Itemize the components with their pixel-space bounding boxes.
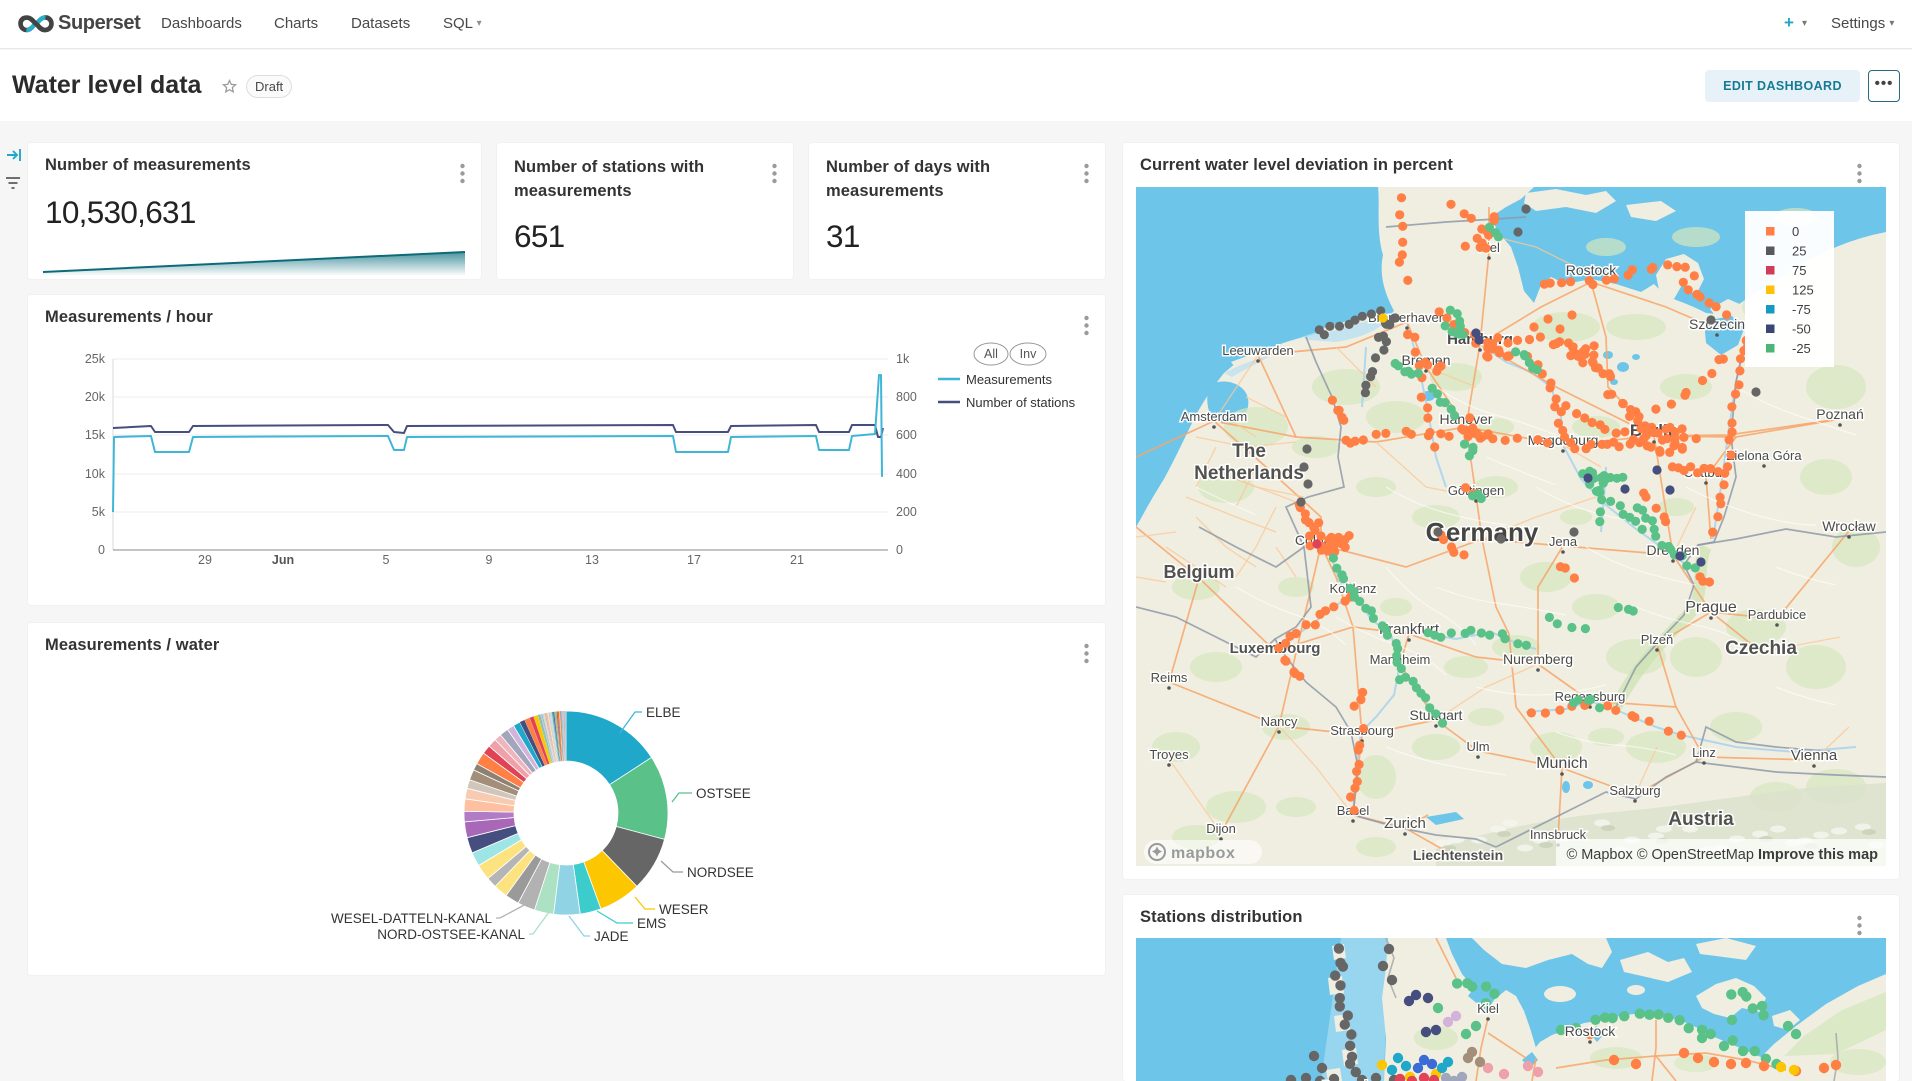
svg-text:© Mapbox © OpenStreetMap Impro: © Mapbox © OpenStreetMap Improve this ma… — [1567, 847, 1879, 863]
svg-text:Prague: Prague — [1685, 599, 1737, 616]
svg-text:Kiel: Kiel — [1477, 1001, 1499, 1016]
svg-text:WESER: WESER — [659, 902, 709, 917]
svg-text:Belgium: Belgium — [1163, 562, 1234, 582]
svg-text:JADE: JADE — [594, 929, 629, 944]
svg-text:EMS: EMS — [637, 916, 666, 931]
svg-text:29: 29 — [198, 553, 212, 567]
svg-text:Szczecin: Szczecin — [1689, 316, 1745, 332]
svg-text:Number of stations: Number of stations — [966, 395, 1076, 410]
svg-text:0: 0 — [896, 543, 903, 557]
svg-text:Jun: Jun — [272, 553, 294, 567]
svg-text:75: 75 — [1792, 263, 1806, 278]
svg-text:ELBE: ELBE — [646, 705, 681, 720]
svg-text:125: 125 — [1792, 283, 1814, 298]
svg-text:21: 21 — [790, 553, 804, 567]
svg-text:Zielona Góra: Zielona Góra — [1726, 448, 1802, 463]
svg-text:NORDSEE: NORDSEE — [687, 865, 754, 880]
svg-text:Dijon: Dijon — [1206, 821, 1236, 836]
svg-text:The: The — [1232, 441, 1266, 462]
svg-text:Rostock: Rostock — [1565, 1023, 1617, 1039]
svg-text:Rostock: Rostock — [1566, 262, 1618, 278]
svg-text:800: 800 — [896, 390, 917, 404]
svg-text:200: 200 — [896, 505, 917, 519]
svg-text:Inv: Inv — [1020, 347, 1037, 361]
svg-text:Ulm: Ulm — [1466, 739, 1489, 754]
svg-text:5k: 5k — [92, 505, 106, 519]
svg-text:Pardubice: Pardubice — [1748, 607, 1807, 622]
svg-text:Linz: Linz — [1692, 745, 1716, 760]
svg-text:Zurich: Zurich — [1384, 815, 1426, 832]
svg-text:All: All — [984, 347, 998, 361]
svg-text:mapbox: mapbox — [1171, 845, 1235, 862]
svg-text:400: 400 — [896, 467, 917, 481]
svg-text:WESEL-DATTELN-KANAL: WESEL-DATTELN-KANAL — [331, 911, 493, 926]
svg-text:9: 9 — [486, 553, 493, 567]
svg-text:13: 13 — [585, 553, 599, 567]
svg-text:Nancy: Nancy — [1261, 714, 1298, 729]
svg-text:Leeuwarden: Leeuwarden — [1222, 343, 1294, 358]
svg-text:0: 0 — [98, 543, 105, 557]
svg-text:17: 17 — [687, 553, 701, 567]
svg-text:Munich: Munich — [1536, 755, 1588, 772]
svg-text:-50: -50 — [1792, 322, 1811, 337]
svg-text:Amsterdam: Amsterdam — [1181, 409, 1247, 424]
svg-text:25k: 25k — [85, 352, 106, 366]
svg-text:5: 5 — [383, 553, 390, 567]
svg-text:25: 25 — [1792, 244, 1806, 259]
svg-text:20k: 20k — [85, 390, 106, 404]
svg-text:Reims: Reims — [1151, 670, 1188, 685]
svg-text:1k: 1k — [896, 352, 910, 366]
svg-text:Measurements: Measurements — [966, 372, 1052, 387]
svg-text:600: 600 — [896, 428, 917, 442]
svg-text:Netherlands: Netherlands — [1194, 463, 1304, 484]
svg-text:-75: -75 — [1792, 302, 1811, 317]
svg-text:15k: 15k — [85, 428, 106, 442]
svg-text:Troyes: Troyes — [1149, 747, 1189, 762]
svg-text:Poznań: Poznań — [1816, 406, 1863, 422]
svg-text:0: 0 — [1792, 224, 1799, 239]
svg-text:Nuremberg: Nuremberg — [1503, 651, 1573, 667]
svg-text:Czechia: Czechia — [1725, 638, 1797, 659]
svg-text:Wrocław: Wrocław — [1822, 518, 1876, 534]
svg-text:Salzburg: Salzburg — [1609, 783, 1660, 798]
svg-text:10k: 10k — [85, 467, 106, 481]
svg-text:OSTSEE: OSTSEE — [696, 786, 751, 801]
svg-text:-25: -25 — [1792, 341, 1811, 356]
svg-text:NORD-OSTSEE-KANAL: NORD-OSTSEE-KANAL — [377, 927, 525, 942]
svg-text:Liechtenstein: Liechtenstein — [1413, 847, 1503, 863]
svg-text:Austria: Austria — [1668, 809, 1734, 830]
svg-text:Vienna: Vienna — [1791, 747, 1838, 764]
svg-text:Plzeň: Plzeň — [1641, 632, 1674, 647]
